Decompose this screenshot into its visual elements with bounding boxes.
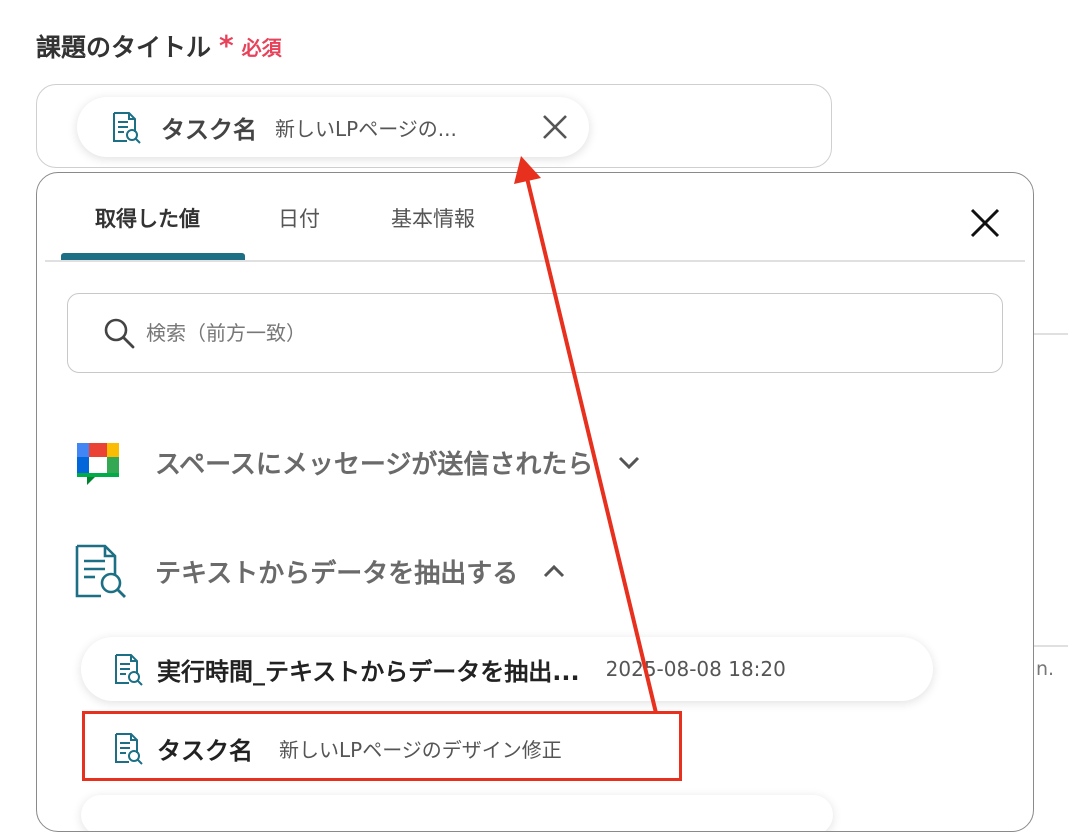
background-text: n. [1036,658,1055,680]
document-search-icon [75,544,126,598]
required-text: 必須 [241,35,282,60]
selected-value-chip[interactable]: タスク名 新しいLPページの... [77,97,589,157]
list-item-execution-time[interactable]: 実行時間_テキストからデータを抽出... 2025-08-08 18:20 [81,637,933,701]
chip-value: 新しいLPページの... [275,116,457,141]
search-icon [104,318,135,349]
value-picker-panel: 取得した値 日付 基本情報 スペースにメッセージが送信されたら [36,172,1034,832]
item-name: タスク名 [157,736,253,765]
search-input[interactable] [144,320,928,346]
picker-tabs: 取得した値 日付 基本情報 [37,173,1033,262]
list-item-partial[interactable] [81,795,833,831]
background-divider [1034,333,1068,335]
background-divider [1034,645,1068,647]
section-extract-data[interactable]: テキストからデータを抽出する [73,543,568,599]
google-chat-icon [77,443,119,485]
chip-remove-icon[interactable] [535,107,575,147]
tab-date[interactable]: 日付 [278,203,320,233]
section-title: テキストからデータを抽出する [155,558,519,589]
field-label: 課題のタイトル [36,33,212,62]
document-search-icon [115,654,143,686]
tabs-divider [45,260,1025,262]
title-input-field[interactable]: タスク名 新しいLPページの... [36,84,832,168]
required-mark: * [219,29,234,62]
search-box[interactable] [67,293,1003,373]
tab-basic-info[interactable]: 基本情報 [391,203,475,233]
item-name: 実行時間_テキストからデータを抽出... [157,657,580,686]
active-tab-indicator [61,253,245,260]
close-icon[interactable] [963,201,1007,245]
document-search-icon [115,733,143,765]
chevron-down-icon[interactable] [615,448,643,476]
chip-name: タスク名 [161,115,257,144]
chevron-up-icon[interactable] [540,557,568,585]
document-search-icon [113,112,141,144]
section-title: スペースにメッセージが送信されたら [155,449,594,480]
list-item-task-name[interactable]: タスク名 新しいLPページのデザイン修正 [81,716,669,780]
section-space-message[interactable]: スペースにメッセージが送信されたら [73,437,643,487]
item-value: 2025-08-08 18:20 [605,657,786,681]
field-label-row: 課題のタイトル * 必須 [36,28,282,64]
item-value: 新しいLPページのデザイン修正 [279,737,562,762]
tab-retrieved-values[interactable]: 取得した値 [95,203,200,233]
